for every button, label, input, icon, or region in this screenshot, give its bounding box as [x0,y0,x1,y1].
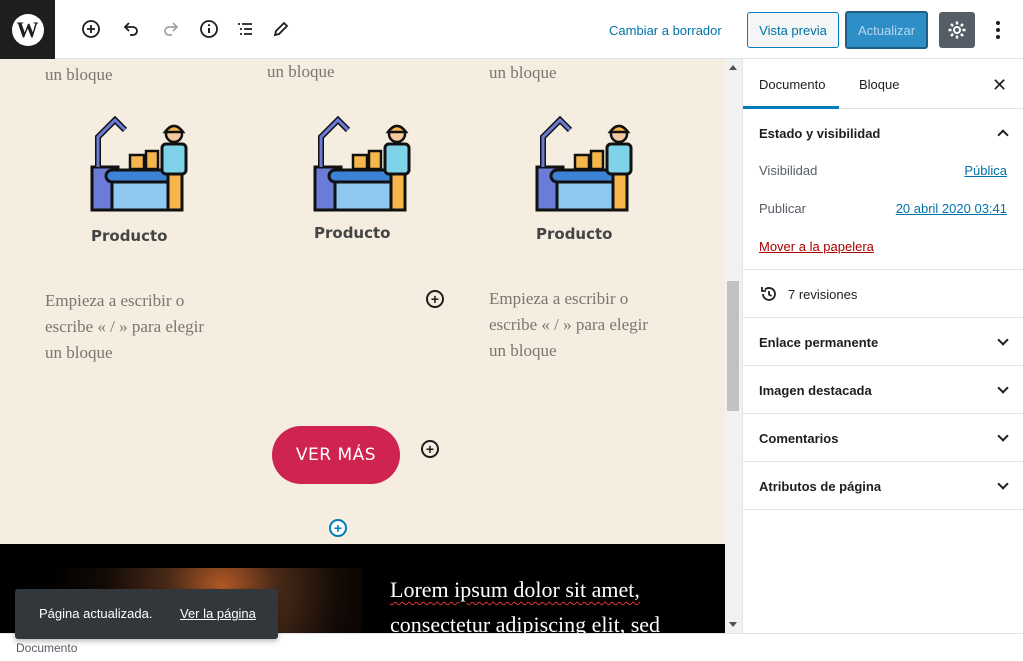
move-to-trash-link[interactable]: Mover a la papelera [759,239,874,254]
panel-title[interactable]: Atributos de página [759,479,881,494]
panel-title[interactable]: Estado y visibilidad [759,126,880,141]
lorem-paragraph[interactable]: Lorem ipsum dolor sit amet, consectetur … [390,572,710,633]
paragraph-block[interactable]: un bloque [267,59,335,85]
revisions-label[interactable]: 7 revisiones [788,287,857,302]
list-view-icon[interactable] [233,17,257,41]
tab-bloque[interactable]: Bloque [859,77,899,92]
factory-worker-icon[interactable] [535,112,635,212]
settings-sidebar: Documento Bloque ✕ Estado y visibilidad … [742,59,1023,633]
more-options-button[interactable] [988,16,1008,44]
view-page-link[interactable]: Ver la página [180,606,256,621]
chevron-down-icon[interactable] [997,382,1009,394]
publish-date-link[interactable]: 20 abril 2020 03:41 [896,201,1007,216]
wordpress-icon: W [11,13,44,46]
paragraph-block[interactable]: un bloque [489,60,557,86]
add-block-icon[interactable] [79,17,103,41]
preview-button[interactable]: Vista previa [747,12,839,48]
product-label[interactable]: Producto [91,227,167,245]
breadcrumb[interactable]: Documento [16,641,77,655]
lorem-line: Lorem ipsum dolor sit amet, [390,577,640,602]
close-icon[interactable]: ✕ [992,75,1007,96]
more-dot-icon [996,28,1000,32]
status-visibility-panel: Estado y visibilidad Visibilidad Pública… [743,109,1023,270]
visibility-value-link[interactable]: Pública [964,163,1007,178]
sidebar-tabs: Documento Bloque ✕ [742,59,1023,109]
permalink-panel[interactable]: Enlace permanente [743,318,1023,366]
paragraph-placeholder[interactable]: Empieza a escribir o escribe « / » para … [45,288,245,366]
editor-toolbar: W Cambiar a borrador Vista previa Actual… [0,0,1023,59]
factory-worker-icon[interactable] [313,112,413,212]
product-label[interactable]: Producto [314,224,390,242]
panel-title[interactable]: Comentarios [759,431,838,446]
switch-to-draft-link[interactable]: Cambiar a borrador [609,23,722,38]
more-dot-icon [996,21,1000,25]
paragraph-placeholder[interactable]: Empieza a escribir o escribe « / » para … [489,286,689,364]
placeholder-line: escribe « / » para elegir [489,315,649,334]
publish-label: Publicar [759,201,806,216]
placeholder-line: Empieza a escribir o [45,291,185,310]
add-block-inline-icon[interactable]: + [421,440,439,458]
chevron-down-icon[interactable] [997,430,1009,442]
redo-icon[interactable] [159,17,183,41]
scroll-up-icon[interactable] [729,65,737,70]
page-attributes-panel[interactable]: Atributos de página [743,462,1023,510]
info-icon[interactable] [197,17,221,41]
scroll-down-icon[interactable] [729,622,737,627]
editor-canvas[interactable]: un bloque un bloque un bloque Producto P… [0,59,725,633]
chevron-up-icon[interactable] [997,129,1009,141]
scroll-thumb[interactable] [727,281,739,411]
canvas-scrollbar[interactable] [725,59,742,633]
paragraph-block[interactable]: un bloque [45,62,113,88]
factory-worker-icon[interactable] [90,112,190,212]
gear-icon [948,21,966,39]
comments-panel[interactable]: Comentarios [743,414,1023,462]
placeholder-line: un bloque [489,341,557,360]
ver-mas-button[interactable]: VER MÁS [272,426,400,484]
update-button[interactable]: Actualizar [845,11,928,49]
featured-image-panel[interactable]: Imagen destacada [743,366,1023,414]
tab-documento[interactable]: Documento [742,77,841,109]
history-icon [761,287,776,301]
placeholder-line: escribe « / » para elegir [45,317,205,336]
visibility-label: Visibilidad [759,163,818,178]
lorem-line: consectetur adipiscing elit, sed [390,612,661,633]
settings-button[interactable] [939,12,975,48]
chevron-down-icon[interactable] [997,478,1009,490]
panel-title[interactable]: Enlace permanente [759,335,878,350]
edit-pencil-icon[interactable] [269,17,293,41]
revisions-panel[interactable]: 7 revisiones [743,270,1023,318]
placeholder-line: un bloque [45,343,113,362]
more-dot-icon [996,35,1000,39]
panel-title[interactable]: Imagen destacada [759,383,872,398]
snackbar-notice: Página actualizada. Ver la página [15,589,278,639]
undo-icon[interactable] [119,17,143,41]
product-label[interactable]: Producto [536,225,612,243]
add-block-inline-icon[interactable]: + [426,290,444,308]
add-block-between-icon[interactable]: + [329,519,347,537]
snackbar-message: Página actualizada. [39,606,153,621]
wordpress-logo-button[interactable]: W [0,0,55,59]
placeholder-line: Empieza a escribir o [489,289,629,308]
chevron-down-icon[interactable] [997,334,1009,346]
